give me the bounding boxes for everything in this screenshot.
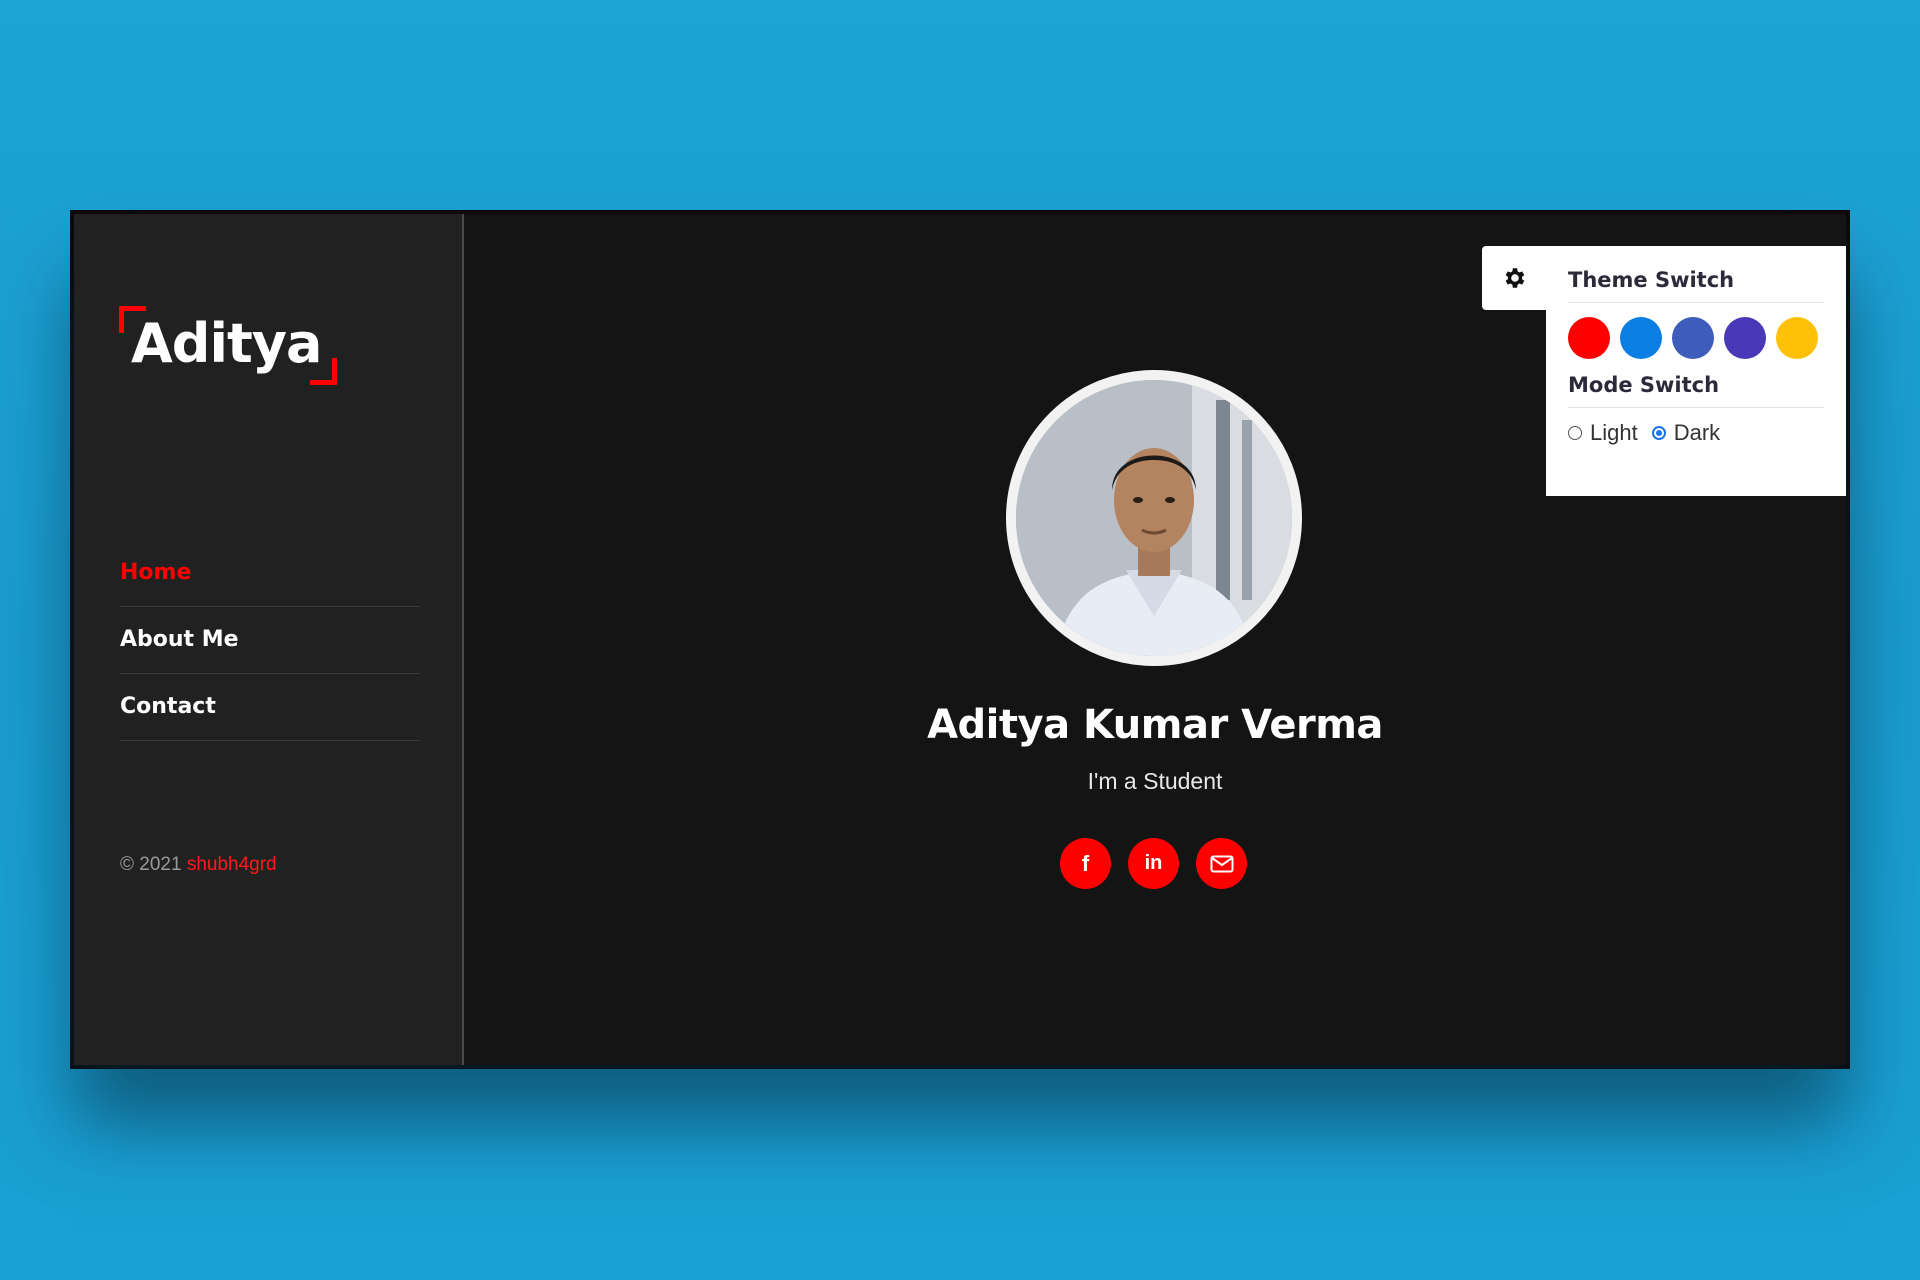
copyright: © 2021 shubh4grd xyxy=(120,854,277,876)
theme-switch-title: Theme Switch xyxy=(1568,268,1824,303)
mode-options: Light Dark xyxy=(1568,408,1824,446)
light-mode-radio[interactable] xyxy=(1568,426,1582,440)
dark-mode-label: Dark xyxy=(1673,420,1721,445)
light-mode-label: Light xyxy=(1590,420,1638,445)
logo-text: Aditya xyxy=(131,312,322,375)
settings-toggle-button[interactable] xyxy=(1482,246,1546,310)
swatch-purple[interactable] xyxy=(1724,317,1766,359)
linkedin-icon[interactable]: in xyxy=(1128,838,1179,889)
swatch-yellow[interactable] xyxy=(1776,317,1818,359)
envelope-glyph xyxy=(1210,855,1233,872)
site-logo[interactable]: Aditya xyxy=(119,306,338,385)
nav-item-about[interactable]: About Me xyxy=(120,607,420,674)
sidebar: Aditya Home About Me Contact © 2021 shub… xyxy=(74,214,464,1065)
mode-switch-title: Mode Switch xyxy=(1568,373,1824,408)
gear-icon xyxy=(1505,268,1525,288)
nav-item-home[interactable]: Home xyxy=(120,540,420,607)
portrait-illustration xyxy=(1016,380,1292,656)
profile-name: Aditya Kumar Verma xyxy=(927,702,1383,748)
browser-frame: Aditya Home About Me Contact © 2021 shub… xyxy=(74,214,1846,1065)
mail-icon[interactable] xyxy=(1196,838,1247,889)
logo-corner-bottom-right xyxy=(310,358,338,385)
nav-item-contact[interactable]: Contact xyxy=(120,674,420,741)
swatch-indigo[interactable] xyxy=(1672,317,1714,359)
social-links: f in xyxy=(1060,838,1247,889)
swatch-red[interactable] xyxy=(1568,317,1610,359)
logo-corner-top-left xyxy=(119,306,146,333)
theme-settings-panel: Theme Switch Mode Switch Light Dark xyxy=(1546,246,1846,496)
profile-photo xyxy=(1006,370,1302,666)
sidebar-nav: Home About Me Contact xyxy=(120,540,420,741)
swatch-blue[interactable] xyxy=(1620,317,1662,359)
theme-swatches xyxy=(1568,303,1824,373)
author-link[interactable]: shubh4grd xyxy=(187,854,277,875)
facebook-icon[interactable]: f xyxy=(1060,838,1111,889)
copyright-year: © 2021 xyxy=(120,854,182,875)
profile-tagline: I'm a Student xyxy=(1087,768,1223,794)
dark-mode-radio[interactable] xyxy=(1651,426,1666,440)
